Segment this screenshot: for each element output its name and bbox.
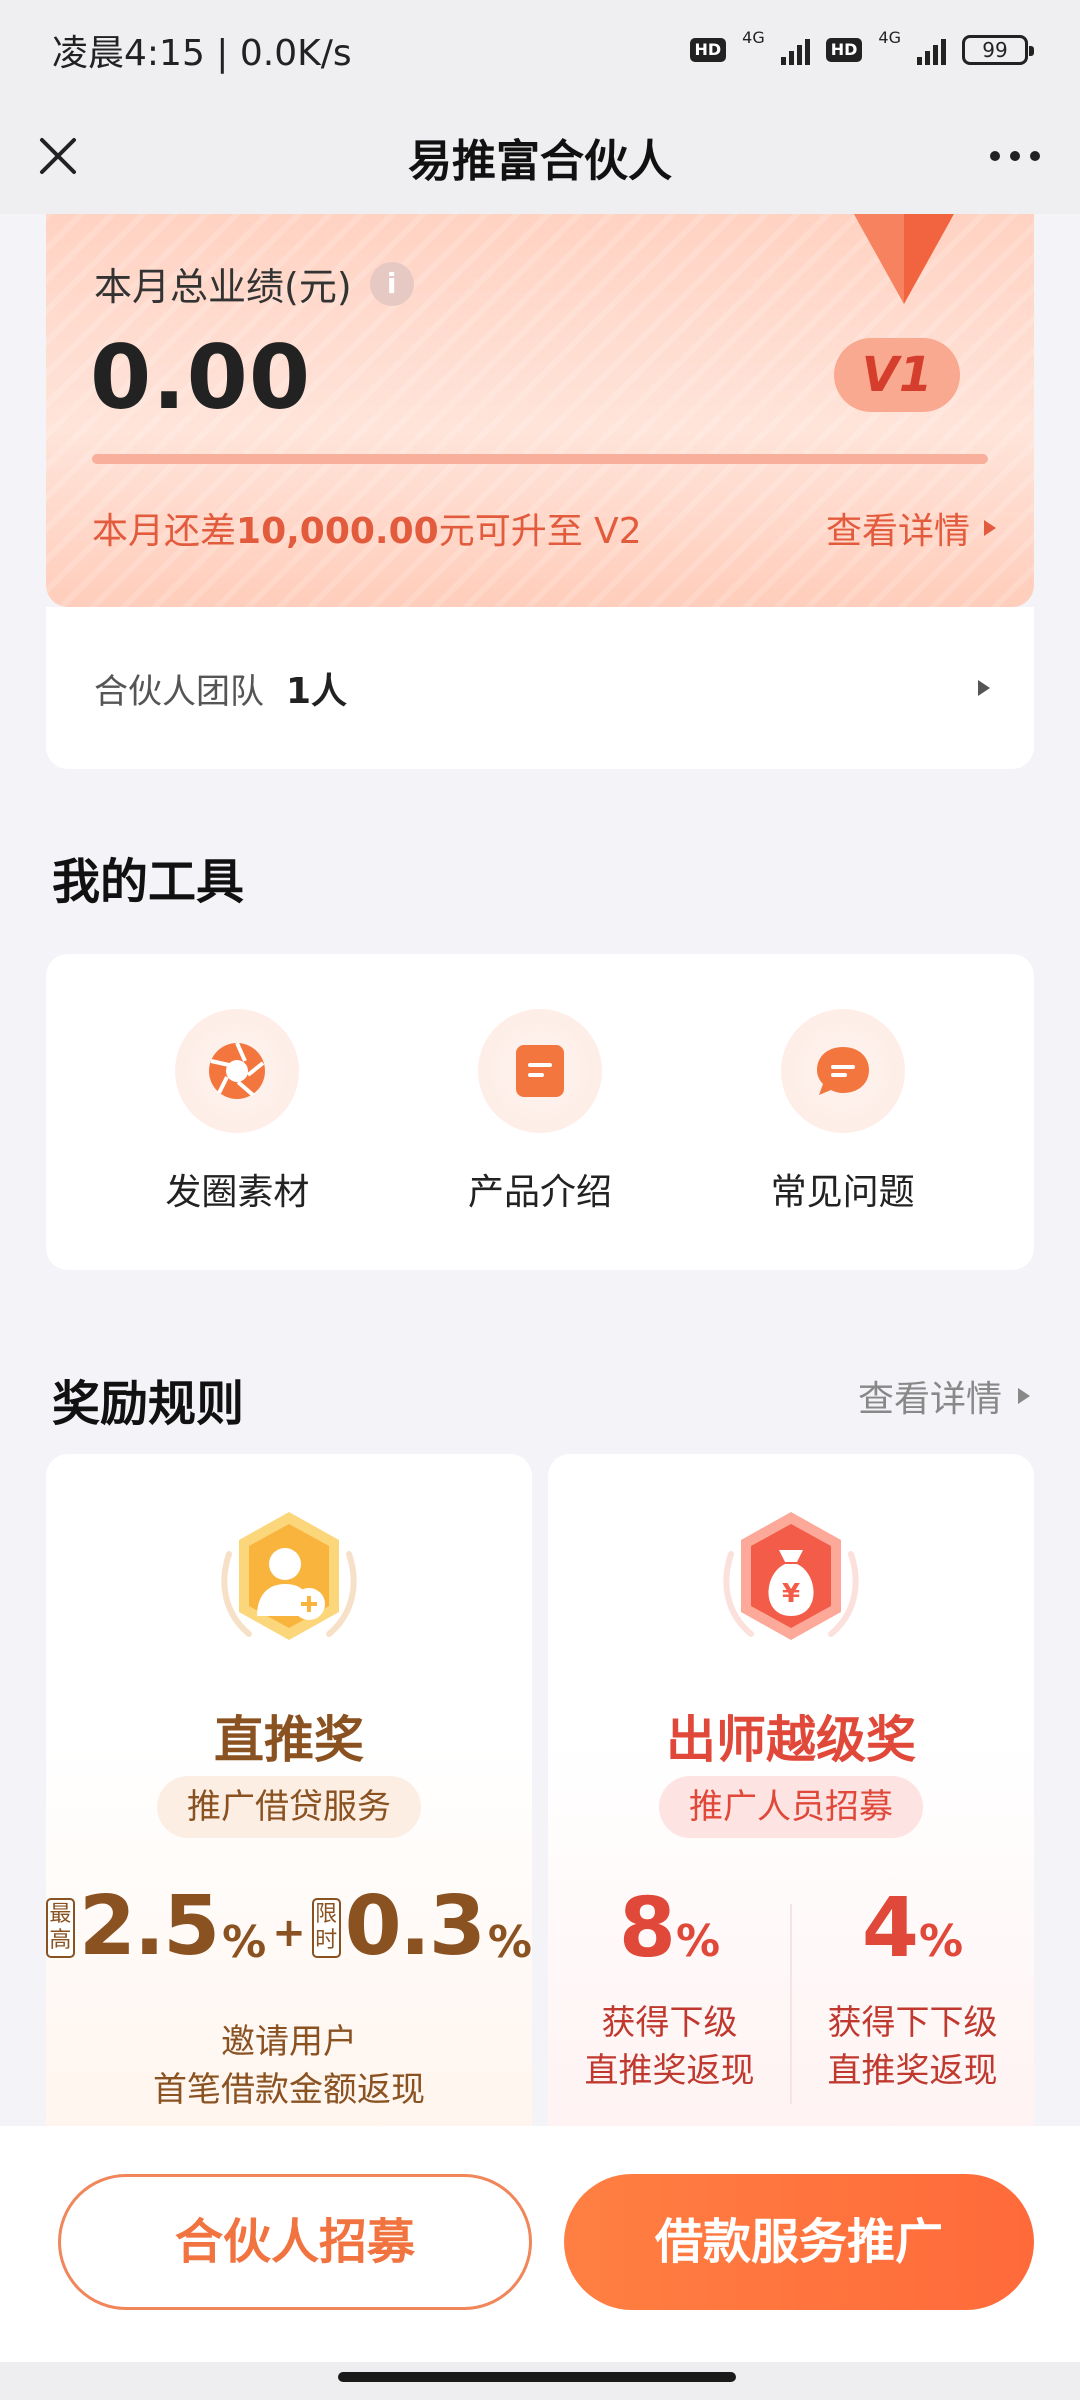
plus-sign: +: [272, 1910, 306, 1956]
mentor-rate-1: 8%: [548, 1884, 791, 1987]
mentor-col-subordinate: 8% 获得下级 直推奖返现: [548, 1884, 791, 2095]
money-bag-icon: ¥: [723, 1512, 859, 1640]
triangle-right-icon: [978, 680, 990, 696]
mentor-desc-2-line1: 获得下下级: [827, 2003, 998, 2043]
upgrade-text: 本月还差10,000.00元可升至 V2: [92, 502, 642, 554]
mentor-reward-tag: 推广人员招募: [659, 1776, 923, 1838]
chat-bubble-icon: [816, 1047, 869, 1095]
limited-tag: 限时: [311, 1898, 341, 1958]
upgrade-prefix: 本月还差: [92, 511, 237, 552]
team-count: 1人: [286, 671, 348, 712]
team-label: 合伙人团队: [94, 671, 264, 712]
battery-icon: 99: [962, 35, 1034, 65]
direct-reward-card[interactable]: 直推奖 推广借贷服务 最高 2.5 % + 限时 0.3 % 邀请用户 首笔借款…: [46, 1454, 532, 2126]
more-dots-icon[interactable]: [980, 128, 1050, 184]
rewards-detail-link[interactable]: 查看详情: [858, 1370, 1030, 1422]
network-type-2: 4G: [878, 28, 901, 47]
tools-section-title: 我的工具: [52, 854, 245, 910]
close-icon[interactable]: [30, 128, 86, 184]
home-indicator[interactable]: [338, 2372, 736, 2382]
tool-icon-wrap: [175, 1009, 300, 1133]
mentor-reward-card[interactable]: ¥ 出师越级奖 推广人员招募 8% 获得下级 直推奖返现 4% 获得下下级 直推…: [548, 1454, 1034, 2126]
limited-rate-percent: %: [487, 1917, 532, 1968]
tool-icon-wrap: [780, 1009, 905, 1133]
signal-icon-2: [917, 35, 946, 65]
direct-reward-rates: 最高 2.5 % + 限时 0.3 %: [46, 1886, 532, 1968]
triangle-right-icon: [984, 520, 996, 536]
mentor-rate-2: 4%: [791, 1884, 1034, 1987]
limited-rate: 0.3: [344, 1879, 486, 1974]
mentor-desc-2-line2: 直推奖返现: [827, 2051, 998, 2091]
mentor-reward-title: 出师越级奖: [666, 1711, 916, 1769]
performance-detail-label: 查看详情: [825, 511, 970, 552]
rewards-detail-label: 查看详情: [857, 1379, 1002, 1420]
tool-label: 常见问题: [770, 1172, 915, 1213]
max-rate: 2.5: [78, 1879, 220, 1974]
level-badge: V1: [834, 338, 960, 412]
status-indicators: HD 4G HD 4G 99: [689, 30, 1034, 65]
hd-badge-2: HD: [825, 38, 863, 62]
direct-reward-title: 直推奖: [214, 1711, 364, 1769]
team-info: 合伙人团队 1人: [94, 662, 347, 714]
upgrade-suffix: 元可升至 V2: [438, 511, 642, 552]
direct-desc-line2: 首笔借款金额返现: [153, 2070, 425, 2110]
aperture-icon: [209, 1042, 266, 1099]
document-icon: [515, 1045, 564, 1097]
performance-amount: 0.00: [90, 326, 312, 429]
performance-card: 本月总业绩(元) i 0.00 V1 本月还差10,000.00元可升至 V2 …: [46, 214, 1034, 607]
tool-item-product-intro[interactable]: 产品介绍: [420, 1009, 660, 1215]
direct-desc-line1: 邀请用户: [221, 2022, 357, 2062]
mentor-desc-1-line1: 获得下级: [601, 2003, 738, 2043]
hd-badge: HD: [689, 38, 727, 62]
network-type: 4G: [742, 28, 765, 47]
performance-label: 本月总业绩(元) i: [94, 256, 414, 311]
status-time: 凌晨4:15 | 0.0K/s: [52, 33, 352, 74]
user-add-icon: [221, 1512, 357, 1640]
mentor-rate-2-percent: %: [918, 1916, 964, 1967]
direct-reward-tag: 推广借贷服务: [157, 1776, 421, 1838]
status-bar: 凌晨4:15 | 0.0K/s HD 4G HD 4G 99: [0, 0, 1080, 100]
tool-icon-wrap: [477, 1009, 602, 1133]
mentor-col-second-level: 4% 获得下下级 直推奖返现: [791, 1884, 1034, 2095]
nav-bar: 易推富合伙人: [0, 100, 1080, 214]
info-icon[interactable]: i: [369, 261, 414, 306]
tools-card: 发圈素材 产品介绍 常见问题: [46, 954, 1034, 1270]
mentor-desc-2: 获得下下级 直推奖返现: [791, 1999, 1034, 2095]
home-indicator-area: [0, 2362, 1080, 2400]
mentor-rate-2-value: 4: [861, 1881, 919, 1976]
page-title: 易推富合伙人: [408, 136, 672, 187]
performance-label-text: 本月总业绩(元): [94, 265, 352, 309]
upgrade-progress-bar: [92, 454, 988, 464]
max-tag: 最高: [46, 1898, 75, 1958]
scroll-content[interactable]: 本月总业绩(元) i 0.00 V1 本月还差10,000.00元可升至 V2 …: [0, 214, 1080, 2126]
tool-label: 发圈素材: [165, 1172, 310, 1213]
mentor-rate-1-percent: %: [675, 1916, 721, 1967]
loan-promote-button[interactable]: 借款服务推广: [564, 2174, 1034, 2310]
bottom-action-bar: 合伙人招募 借款服务推广: [0, 2126, 1080, 2362]
rewards-section-title: 奖励规则: [52, 1376, 245, 1432]
tool-item-materials[interactable]: 发圈素材: [117, 1009, 357, 1215]
partner-team-row[interactable]: 合伙人团队 1人: [46, 607, 1034, 769]
partner-recruit-button[interactable]: 合伙人招募: [58, 2174, 532, 2310]
mentor-desc-1-line2: 直推奖返现: [584, 2051, 755, 2091]
tool-label: 产品介绍: [467, 1172, 612, 1213]
upgrade-amount: 10,000.00: [236, 511, 439, 552]
signal-icon: [780, 35, 810, 65]
tool-item-faq[interactable]: 常见问题: [723, 1009, 963, 1215]
gem-icon: [854, 214, 954, 304]
performance-detail-link[interactable]: 查看详情: [826, 502, 996, 554]
svg-text:¥: ¥: [782, 1579, 800, 1609]
mentor-desc-1: 获得下级 直推奖返现: [548, 1999, 791, 2095]
mentor-rate-1-value: 8: [618, 1881, 676, 1976]
triangle-right-icon: [1018, 1388, 1030, 1404]
max-rate-percent: %: [222, 1917, 267, 1968]
